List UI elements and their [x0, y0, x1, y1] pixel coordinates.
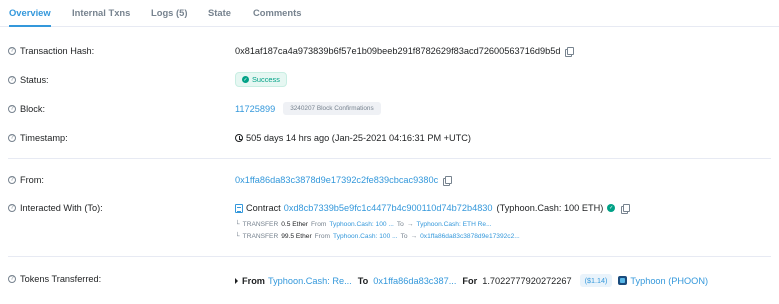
tab-internal-txns[interactable]: Internal Txns — [72, 0, 130, 27]
interacted-with-label: Interacted With (To): — [20, 203, 103, 213]
elbow-icon: └ — [235, 233, 240, 240]
token-from-label: From — [242, 275, 265, 286]
question-circle-icon[interactable]: ? — [8, 47, 16, 55]
timestamp-value: 505 days 14 hrs ago (Jan-25-2021 04:16:3… — [246, 133, 471, 143]
transaction-hash-value-wrap: 0x81af187ca4a973839b6f57e1b09beeb291f878… — [235, 46, 575, 57]
transfer-from-link[interactable]: Typhoon.Cash: 100 ... — [333, 233, 398, 240]
transfer-to-link[interactable]: Typhoon.Cash: ETH Re... — [416, 221, 491, 228]
copy-icon[interactable] — [621, 203, 631, 214]
transfer-kind: TRANSFER — [242, 221, 279, 228]
transfer-from-link[interactable]: Typhoon.Cash: 100 ... — [329, 221, 394, 228]
tab-comments[interactable]: Comments — [253, 0, 301, 27]
question-circle-icon[interactable]: ? — [8, 134, 16, 142]
transfer-from-label: From — [314, 233, 331, 240]
status-value-wrap: ✓ Success — [235, 72, 287, 87]
transfer-to-link[interactable]: 0x1ffa86da83c3878d9e17392c2... — [420, 233, 520, 240]
status-badge: ✓ Success — [235, 72, 287, 87]
clock-icon — [235, 134, 243, 142]
token-logo — [618, 276, 628, 285]
transfer-to-label: To — [396, 221, 404, 228]
field-label-wrap: ? Transaction Hash: — [8, 46, 94, 56]
question-circle-icon[interactable]: ? — [8, 176, 16, 184]
contract-name: (Typhoon.Cash: 100 ETH) — [496, 203, 604, 213]
question-circle-icon[interactable]: ? — [8, 275, 16, 283]
field-label-wrap: ? Status: — [8, 75, 49, 85]
token-to-link[interactable]: 0x1ffa86da83c387... — [373, 276, 456, 286]
caret-right-icon — [235, 277, 238, 284]
token-from-link[interactable]: Typhoon.Cash: Re... — [268, 276, 352, 286]
arrow-right-icon: → — [410, 233, 418, 240]
verified-check-icon: ✓ — [607, 204, 616, 212]
divider — [8, 256, 771, 257]
field-label-wrap: ? Block: — [8, 104, 45, 114]
copy-icon[interactable] — [443, 175, 453, 186]
block-value-wrap: 11725899 3240207 Block Confirmations — [235, 102, 381, 115]
block-label: Block: — [20, 104, 46, 114]
token-name-link[interactable]: Typhoon (PHOON) — [630, 276, 708, 286]
field-label-wrap: ? Timestamp: — [8, 133, 68, 143]
file-contract-icon — [235, 203, 243, 213]
block-number-link[interactable]: 11725899 — [235, 104, 275, 114]
transfer-amount: 0.5 Ether — [281, 221, 308, 228]
transfer-amount: 99.5 Ether — [281, 233, 312, 240]
tab-state[interactable]: State — [208, 0, 231, 27]
timestamp-value-wrap: 505 days 14 hrs ago (Jan-25-2021 04:16:3… — [235, 133, 471, 143]
tokens-transferred-label: Tokens Transferred: — [20, 274, 102, 284]
transaction-hash-value: 0x81af187ca4a973839b6f57e1b09beeb291f878… — [235, 46, 561, 56]
from-value-wrap: 0x1ffa86da83c3878d9e17392c2fe839cbcac938… — [235, 175, 453, 186]
tab-overview[interactable]: Overview — [9, 0, 51, 27]
copy-icon[interactable] — [565, 46, 575, 57]
field-label-wrap: ? From: — [8, 175, 44, 185]
status-label: Status: — [20, 75, 49, 85]
question-circle-icon[interactable]: ? — [8, 105, 16, 113]
field-label-wrap: ? Tokens Transferred: — [8, 274, 101, 284]
tab-logs[interactable]: Logs (5) — [151, 0, 187, 27]
timestamp-label: Timestamp: — [20, 133, 68, 143]
from-address-link[interactable]: 0x1ffa86da83c3878d9e17392c2fe839cbcac938… — [235, 175, 438, 185]
question-circle-icon[interactable]: ? — [8, 204, 16, 212]
field-label-wrap: ? Interacted With (To): — [8, 203, 103, 213]
token-for-label: For — [462, 275, 478, 286]
status-badge-text: Success — [252, 75, 280, 84]
elbow-icon: └ — [235, 221, 240, 228]
token-to-label: To — [357, 275, 369, 286]
contract-address-link[interactable]: 0xd8cb7339b5e9fc1c4477b4c900110d74b72b48… — [284, 203, 493, 213]
interacted-with-value-wrap: Contract 0xd8cb7339b5e9fc1c4477b4c900110… — [235, 203, 631, 214]
token-usd-badge: ($1.14) — [579, 274, 613, 287]
check-circle-icon: ✓ — [242, 76, 249, 83]
tab-bar: Overview Internal Txns Logs (5) State Co… — [0, 0, 779, 27]
transfer-to-label: To — [400, 233, 408, 240]
internal-transfer-row: └ TRANSFER 99.5 Ether From Typhoon.Cash:… — [235, 233, 520, 240]
question-circle-icon[interactable]: ? — [8, 76, 16, 84]
from-label: From: — [20, 175, 44, 185]
transfer-kind: TRANSFER — [242, 233, 279, 240]
transaction-hash-label: Transaction Hash: — [20, 46, 95, 56]
arrow-right-icon: → — [406, 221, 414, 228]
internal-transfer-row: └ TRANSFER 0.5 Ether From Typhoon.Cash: … — [235, 221, 492, 228]
token-amount: 1.7022777920272267 — [482, 275, 572, 286]
divider — [8, 158, 771, 159]
block-confirmations-badge: 3240207 Block Confirmations — [283, 102, 381, 115]
tokens-transferred-value-wrap: From Typhoon.Cash: Re... To 0x1ffa86da83… — [235, 274, 708, 287]
contract-prefix: Contract — [246, 203, 281, 213]
transfer-from-label: From — [310, 221, 327, 228]
